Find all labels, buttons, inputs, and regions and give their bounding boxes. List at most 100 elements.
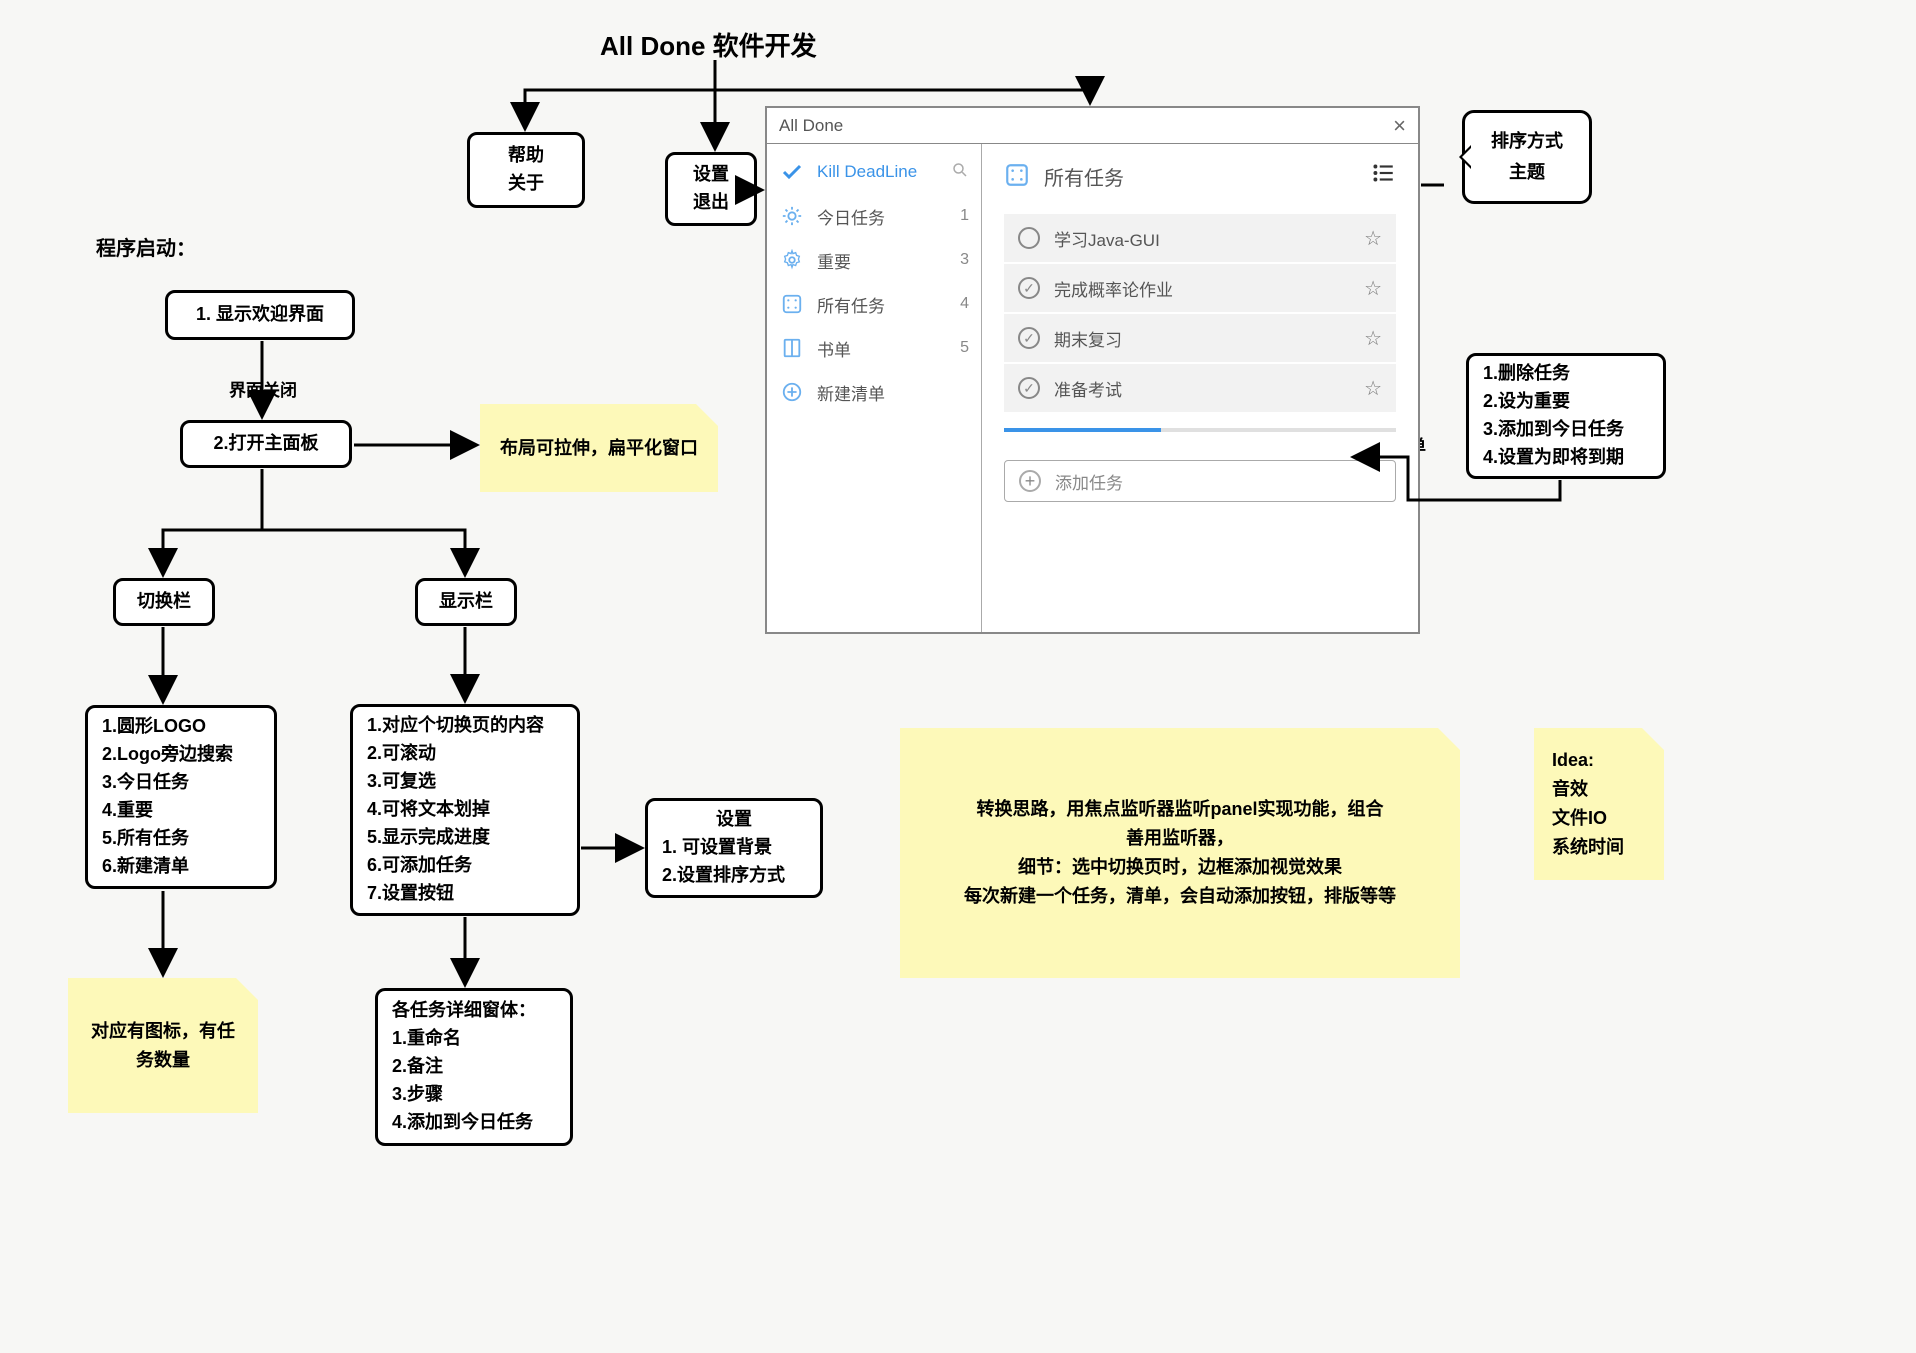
note-main-panel: 布局可拉伸，扁平化窗口 [480,404,718,492]
task-detail-3: 3.步骤 [392,1081,443,1109]
display-list-7: 7.设置按钮 [367,880,454,908]
settings-label: 设置 [693,161,729,189]
settings-exit-box: 设置 退出 [665,152,757,226]
grid-icon [1004,162,1032,190]
settings-popup-1: 1. 可设置背景 [662,834,772,862]
task-row[interactable]: 完成概率论作业 ☆ [1004,264,1396,312]
exit-label: 退出 [693,189,729,217]
big-note-4: 每次新建一个任务，清单，会自动添加按钮，排版等等 [964,882,1396,911]
star-icon[interactable]: ☆ [1364,226,1382,251]
switch-list-5: 5.所有任务 [102,825,189,853]
task-row[interactable]: 学习Java-GUI ☆ [1004,214,1396,262]
switch-list-1: 1.圆形LOGO [102,713,206,741]
task-label: 学习Java-GUI [1054,226,1160,251]
settings-popup-title: 设置 [716,806,752,834]
task-detail-1: 1.重命名 [392,1025,461,1053]
progress-fill [1004,428,1161,432]
sidebar-item-books[interactable]: 书单 5 [767,326,981,370]
sidebar-item-all-label: 所有任务 [817,292,885,317]
star-icon[interactable]: ☆ [1364,376,1382,401]
app-window-mock: All Done × Kill DeadLine [765,106,1420,634]
sidebar-item-all[interactable]: 所有任务 4 [767,282,981,326]
main-title: 所有任务 [1044,162,1124,191]
big-note-2: 善用监听器， [1126,824,1234,853]
add-task-placeholder: 添加任务 [1055,469,1123,494]
switch-list-4: 4.重要 [102,797,153,825]
context-menu-2: 2.设为重要 [1483,388,1570,416]
flow-step-2-label: 2.打开主面板 [213,430,318,458]
help-about-box: 帮助 关于 [467,132,585,208]
book-icon [779,335,805,361]
app-title-text: All Done [779,116,843,136]
sidebar-item-all-count: 4 [960,295,969,313]
display-list-3: 3.可复选 [367,768,436,796]
main-header: 所有任务 [1004,160,1396,192]
sidebar-item-important[interactable]: 重要 3 [767,238,981,282]
sidebar-item-books-label: 书单 [817,336,851,361]
sun-icon [779,203,805,229]
settings-popup-box: 设置 1. 可设置背景 2.设置排序方式 [645,798,823,898]
program-start-label: 程序启动： [96,232,196,261]
note-main-panel-text: 布局可拉伸，扁平化窗口 [500,434,698,463]
context-menu-1: 1.删除任务 [1483,360,1570,388]
display-list-6: 6.可添加任务 [367,852,472,880]
idea-note: Idea: 音效 文件IO 系统时间 [1534,728,1664,880]
task-detail-4: 4.添加到今日任务 [392,1109,533,1137]
task-row[interactable]: 期末复习 ☆ [1004,314,1396,362]
switch-list-box: 1.圆形LOGO 2.Logo旁边搜索 3.今日任务 4.重要 5.所有任务 6… [85,705,277,889]
idea-note-1: 音效 [1552,775,1646,804]
plus-circle-icon [779,379,805,405]
app-sidebar: Kill DeadLine 今日任务 1 重要 [767,144,982,632]
add-task-input[interactable]: + 添加任务 [1004,460,1396,502]
diagram-title: All Done 软件开发 [600,26,817,63]
sidebar-item-important-label: 重要 [817,248,851,273]
menu-icon[interactable] [1370,160,1396,192]
star-icon[interactable]: ☆ [1364,276,1382,301]
task-checkbox[interactable] [1018,377,1040,399]
task-row[interactable]: 准备考试 ☆ [1004,364,1396,412]
task-detail-box: 各任务详细窗体： 1.重命名 2.备注 3.步骤 4.添加到今日任务 [375,988,573,1146]
grid-icon [779,291,805,317]
display-col-box: 显示栏 [415,578,517,626]
flow-step-2: 2.打开主面板 [180,420,352,468]
gear-icon [779,247,805,273]
flow-step-1-label: 1. 显示欢迎界面 [196,301,324,329]
task-checkbox[interactable] [1018,327,1040,349]
task-label: 准备考试 [1054,376,1122,401]
sidebar-header[interactable]: Kill DeadLine [767,150,981,194]
about-label: 关于 [508,170,544,198]
display-list-4: 4.可将文本划掉 [367,796,490,824]
idea-note-2: 文件IO [1552,804,1646,833]
sidebar-item-today[interactable]: 今日任务 1 [767,194,981,238]
idea-note-3: 系统时间 [1552,833,1646,862]
task-checkbox[interactable] [1018,227,1040,249]
switch-list-3: 3.今日任务 [102,769,189,797]
big-idea-note: 转换思路，用焦点监听器监听panel实现功能，组合 善用监听器， 细节：选中切换… [900,728,1460,978]
task-label: 期末复习 [1054,326,1122,351]
big-note-1: 转换思路，用焦点监听器监听panel实现功能，组合 [976,795,1383,824]
sidebar-item-books-count: 5 [960,339,969,357]
sidebar-item-new-list[interactable]: 新建清单 [767,370,981,414]
display-list-5: 5.显示完成进度 [367,824,490,852]
sidebar-item-today-count: 1 [960,207,969,225]
switch-col-label: 切换栏 [137,588,191,616]
task-detail-title: 各任务详细窗体： [392,997,536,1025]
app-main: 所有任务 学习Java-GUI ☆ 完成概率论作业 ☆ [982,144,1418,632]
display-list-1: 1.对应个切换页的内容 [367,712,544,740]
star-icon[interactable]: ☆ [1364,326,1382,351]
task-detail-2: 2.备注 [392,1053,443,1081]
sidebar-item-today-label: 今日任务 [817,204,885,229]
bubble-theme-label: 主题 [1509,157,1545,188]
search-icon[interactable] [951,161,969,184]
switch-list-6: 6.新建清单 [102,853,189,881]
display-list-2: 2.可滚动 [367,740,436,768]
switch-list-2: 2.Logo旁边搜索 [102,741,233,769]
bubble-sort-label: 排序方式 [1491,126,1563,157]
close-icon[interactable]: × [1393,113,1406,139]
sidebar-header-label: Kill DeadLine [817,162,917,182]
switch-col-box: 切换栏 [113,578,215,626]
sidebar-item-new-list-label: 新建清单 [817,380,885,405]
task-checkbox[interactable] [1018,277,1040,299]
check-icon [779,159,805,185]
big-note-3: 细节：选中切换页时，边框添加视觉效果 [1018,853,1342,882]
